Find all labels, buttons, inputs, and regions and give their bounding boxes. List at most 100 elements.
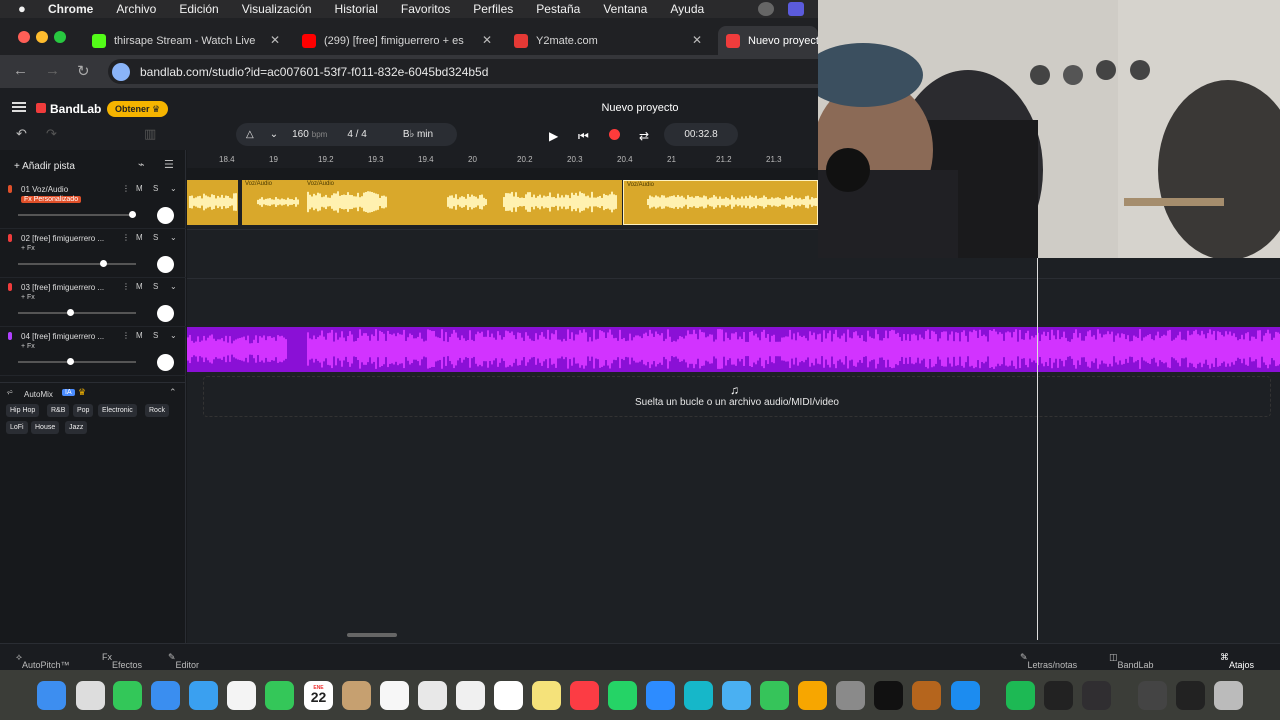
minimize-window-button[interactable] — [36, 31, 48, 43]
tempo-controls[interactable]: △ ⌄ 160 bpm 4 / 4 B♭ min — [236, 123, 457, 146]
horizontal-scrollbar[interactable] — [347, 633, 397, 637]
letras-button[interactable]: ✎ Letras/notas — [1020, 652, 1077, 670]
settings-icon[interactable] — [836, 681, 865, 710]
tab-y2mate[interactable]: Y2mate.com ✕ — [508, 26, 706, 55]
zoom-icon[interactable] — [646, 681, 675, 710]
fx-button[interactable]: + Fx — [21, 343, 35, 350]
more-options-icon[interactable]: ⋮ — [122, 331, 130, 340]
obtener-button[interactable]: Obtener ♛ — [107, 101, 169, 117]
status-menu-icon[interactable] — [758, 2, 774, 16]
atajos-button[interactable]: ⌘ Atajos — [1220, 652, 1254, 670]
reload-icon[interactable]: ↻ — [77, 62, 90, 80]
autopitch-button[interactable]: ⟡ AutoPitch™ — [16, 652, 69, 670]
reminders-icon[interactable] — [380, 681, 409, 710]
piano-keys-icon[interactable]: ▥ — [144, 126, 156, 142]
volume-thumb[interactable] — [129, 211, 137, 218]
solo-button[interactable]: S — [153, 184, 158, 193]
menu-ayuda[interactable]: Ayuda — [670, 2, 704, 16]
volume-slider[interactable] — [18, 312, 136, 314]
genre-rnb[interactable]: R&B — [47, 404, 70, 417]
loop-button[interactable]: ⇄ — [639, 129, 649, 143]
menu-visualizacion[interactable]: Visualización — [242, 2, 312, 16]
pan-knob[interactable] — [157, 354, 174, 371]
track-name[interactable]: 04 [free] fimiguerrero ... — [21, 332, 117, 341]
volume-thumb[interactable] — [66, 309, 74, 316]
track-name[interactable]: 01 Voz/Audio — [21, 185, 117, 194]
fx-button[interactable]: Fx Personalizado — [21, 196, 82, 203]
close-window-button[interactable] — [18, 31, 30, 43]
genre-hip-hop[interactable]: Hip Hop — [6, 404, 40, 417]
close-tab-icon[interactable]: ✕ — [270, 33, 280, 47]
chrome-icon[interactable] — [494, 681, 523, 710]
close-tab-icon[interactable]: ✕ — [482, 33, 492, 47]
time-signature[interactable]: 4 / 4 — [347, 129, 366, 140]
collapse-icon[interactable]: ⌃ — [169, 387, 177, 398]
apple-icon[interactable]: ● — [18, 2, 32, 16]
chevron-down-icon[interactable]: ⌄ — [170, 184, 177, 193]
undo-icon[interactable]: ↶ — [16, 126, 27, 142]
facetime-icon[interactable] — [265, 681, 294, 710]
menu-pestana[interactable]: Pestaña — [536, 2, 580, 16]
menu-perfiles[interactable]: Perfiles — [473, 2, 513, 16]
track-header[interactable]: 04 [free] fimiguerrero ... ⋮ M S ⌄ + Fx — [0, 327, 186, 376]
bandlab-sounds-button[interactable]: ◫ BandLab Sounds — [1109, 652, 1154, 680]
url-field[interactable]: bandlab.com/studio?id=ac007601-53f7-f011… — [108, 59, 818, 84]
forward-arrow-icon[interactable]: → — [45, 62, 60, 79]
key-signature[interactable]: B♭ min — [403, 129, 433, 140]
track-header[interactable]: 03 [free] fimiguerrero ... ⋮ M S ⌄ + Fx — [0, 278, 186, 327]
screen-icon[interactable] — [1138, 681, 1167, 710]
mute-button[interactable]: M — [136, 184, 143, 193]
menu-app-name[interactable]: Chrome — [48, 2, 93, 16]
mail-icon[interactable] — [151, 681, 180, 710]
mute-button[interactable]: M — [136, 233, 143, 242]
more-options-icon[interactable]: ⋮ — [122, 184, 130, 193]
genre-jazz[interactable]: Jazz — [65, 421, 88, 434]
fx-button[interactable]: + Fx — [21, 245, 35, 252]
back-arrow-icon[interactable]: ← — [13, 62, 28, 79]
trash-icon[interactable] — [1214, 681, 1243, 710]
canva-icon[interactable] — [684, 681, 713, 710]
notes-icon[interactable] — [342, 681, 371, 710]
genre-house[interactable]: House — [31, 421, 60, 434]
efectos-button[interactable]: Fx Efectos — [102, 652, 142, 670]
chevron-down-icon[interactable]: ⌄ — [170, 282, 177, 291]
bandlab-logo[interactable]: BandLab — [36, 102, 101, 116]
menu-ventana[interactable]: Ventana — [603, 2, 647, 16]
screen-share-icon[interactable] — [788, 2, 804, 16]
redo-icon[interactable]: ↷ — [46, 126, 57, 142]
volume-slider[interactable] — [18, 361, 136, 363]
genre-electronic[interactable]: Electronic — [98, 404, 137, 417]
calendar-icon[interactable]: 22 — [304, 672, 333, 710]
volume-thumb[interactable] — [99, 260, 107, 267]
track-name[interactable]: 03 [free] fimiguerrero ... — [21, 283, 117, 292]
more-options-icon[interactable]: ⋮ — [122, 282, 130, 291]
menu-archivo[interactable]: Archivo — [116, 2, 156, 16]
chevron-down-icon[interactable]: ⌄ — [170, 331, 177, 340]
play-button[interactable]: ▶ — [549, 129, 558, 143]
appstore-icon[interactable] — [951, 681, 980, 710]
chevron-down-icon[interactable]: ⌄ — [170, 233, 177, 242]
skip-back-button[interactable]: ⏮ — [578, 129, 589, 144]
garageband-icon[interactable] — [912, 681, 941, 710]
volume-slider[interactable] — [18, 263, 136, 265]
record-button[interactable] — [609, 129, 620, 140]
fx-button[interactable]: + Fx — [21, 294, 35, 301]
numbers-icon[interactable] — [760, 681, 789, 710]
tab-kick[interactable]: thirsape Stream - Watch Live ✕ — [84, 26, 282, 55]
track-name[interactable]: 02 [free] fimiguerrero ... — [21, 234, 117, 243]
add-track-button[interactable]: + Añadir pista — [14, 161, 75, 172]
preview-icon[interactable] — [722, 681, 751, 710]
automation-icon[interactable]: ⌁ — [138, 158, 145, 171]
appstore-safari-icon[interactable] — [189, 681, 218, 710]
finder-icon[interactable] — [37, 681, 66, 710]
capcut-icon[interactable] — [874, 681, 903, 710]
close-tab-icon[interactable]: ✕ — [692, 33, 702, 47]
menu-edicion[interactable]: Edición — [179, 2, 218, 16]
mute-button[interactable]: M — [136, 331, 143, 340]
chatgpt-icon[interactable] — [456, 681, 485, 710]
pages-icon[interactable] — [798, 681, 827, 710]
tab-youtube[interactable]: (299) [free] fimiguerrero + es ✕ — [296, 26, 494, 55]
obs-icon[interactable] — [1082, 681, 1111, 710]
freeform-icon[interactable] — [418, 681, 447, 710]
messages-icon[interactable] — [113, 681, 142, 710]
